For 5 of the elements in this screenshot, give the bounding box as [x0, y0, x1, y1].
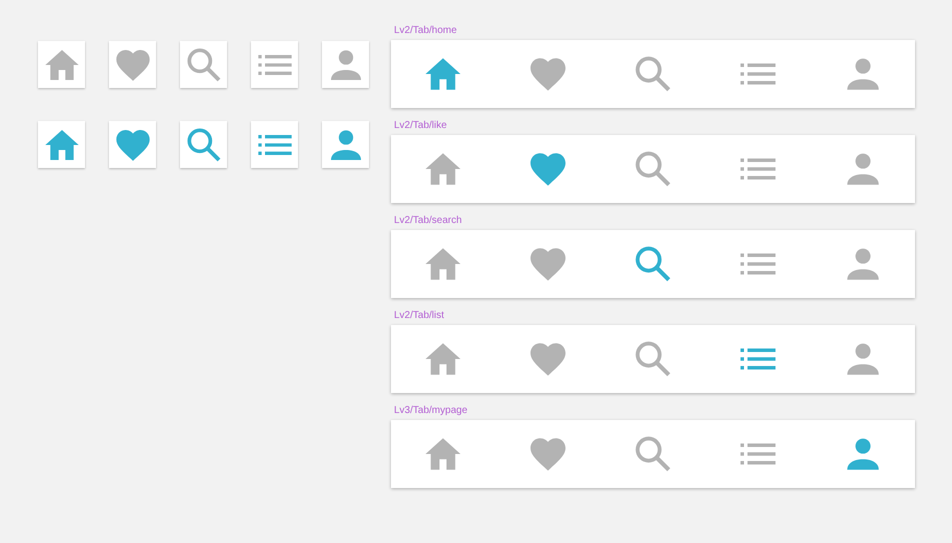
tab-bar-label: Lv2/Tab/search — [393, 214, 462, 228]
tab-bar-label: Lv2/Tab/like — [393, 119, 447, 133]
tab-bar-label: Lv3/Tab/mypage — [393, 404, 468, 418]
tab-bar-label: Lv2/Tab/home — [393, 24, 457, 38]
tab-bar-label: Lv2/Tab/list — [393, 309, 444, 323]
